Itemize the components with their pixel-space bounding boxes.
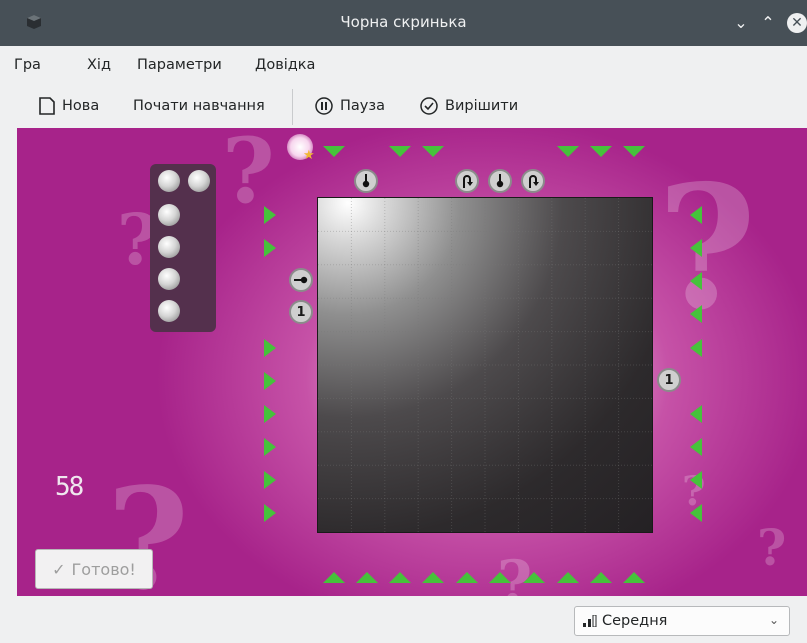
laser-arrow-right[interactable]: [690, 272, 702, 290]
laser-arrow-left[interactable]: [264, 372, 276, 390]
laser-arrow-left[interactable]: [264, 438, 276, 456]
laser-arrow-right[interactable]: [690, 405, 702, 423]
check-circle-icon: [420, 97, 438, 115]
laser-arrow-right[interactable]: [690, 504, 702, 522]
window-title: Чорна скринька: [340, 13, 467, 31]
laser-arrow-bottom[interactable]: [422, 572, 444, 583]
grid-lines: [318, 198, 652, 532]
reflection-marker: [455, 169, 479, 193]
laser-arrow-bottom[interactable]: [356, 572, 378, 583]
hit-marker: [354, 169, 378, 193]
balls-remaining-panel: [150, 164, 216, 332]
laser-arrow-left[interactable]: [264, 339, 276, 357]
pause-label: Пауза: [340, 98, 385, 114]
laser-arrow-bottom[interactable]: [323, 572, 345, 583]
ball-indicator: [158, 236, 180, 258]
laser-arrow-top[interactable]: [323, 146, 345, 157]
laser-arrow-right[interactable]: [690, 438, 702, 456]
laser-arrow-bottom[interactable]: [389, 572, 411, 583]
laser-arrow-bottom[interactable]: [456, 572, 478, 583]
laser-arrow-right[interactable]: [690, 239, 702, 257]
new-game-label: Нова: [62, 98, 100, 114]
menu-help[interactable]: Довідка: [255, 57, 315, 73]
laser-arrow-top[interactable]: [623, 146, 645, 157]
number-marker-right: 1: [657, 368, 681, 392]
laser-arrow-right[interactable]: [690, 471, 702, 489]
menu-move[interactable]: Хід: [87, 57, 111, 73]
laser-arrow-top[interactable]: [422, 146, 444, 157]
laser-arrow-left[interactable]: [264, 206, 276, 224]
done-button[interactable]: ✓ Готово!: [35, 549, 153, 589]
signal-icon: [583, 615, 597, 627]
laser-arrow-right[interactable]: [690, 339, 702, 357]
laser-arrow-bottom[interactable]: [489, 572, 511, 583]
menu-game[interactable]: Гра: [14, 57, 41, 73]
laser-arrow-top[interactable]: [590, 146, 612, 157]
ball-indicator: [158, 170, 180, 192]
menu-settings[interactable]: Параметри: [137, 57, 222, 73]
done-label: Готово!: [71, 559, 136, 579]
pause-button[interactable]: Пауза: [314, 93, 385, 119]
laser-arrow-left[interactable]: [264, 471, 276, 489]
chevron-down-icon: ⌄: [768, 613, 779, 627]
start-tutorial-label: Почати навчання: [133, 98, 265, 114]
question-mark-decoration: ?: [657, 148, 757, 348]
laser-arrow-top[interactable]: [557, 146, 579, 157]
number-marker-left: 1: [289, 300, 313, 324]
laser-arrow-right[interactable]: [690, 305, 702, 323]
solve-label: Вирішити: [445, 98, 519, 114]
maximize-icon[interactable]: ⌃: [758, 13, 778, 33]
laser-arrow-top[interactable]: [389, 146, 411, 157]
ball-indicator: [188, 170, 210, 192]
laser-arrow-left[interactable]: [264, 504, 276, 522]
hit-marker: [488, 169, 512, 193]
menu-bar: Гра Хід Параметри Довідка: [0, 46, 807, 84]
laser-arrow-bottom[interactable]: [557, 572, 579, 583]
ball-indicator: [158, 204, 180, 226]
black-box-grid[interactable]: [317, 197, 653, 533]
score-counter: 58: [55, 472, 84, 502]
close-icon[interactable]: ✕: [787, 13, 807, 33]
pause-icon: [315, 97, 333, 115]
question-mark-decoration: ?: [757, 518, 787, 577]
minimize-icon[interactable]: ⌄: [731, 13, 751, 33]
game-board: ? ? ? ? ? ? ? ★ 1 1 58 ✓ Готово!: [17, 128, 807, 596]
toolbar-separator: [292, 89, 293, 125]
ball-indicator: [158, 268, 180, 290]
laser-arrow-bottom[interactable]: [523, 572, 545, 583]
laser-arrow-right[interactable]: [690, 206, 702, 224]
laser-arrow-bottom[interactable]: [590, 572, 612, 583]
toolbar: Нова Почати навчання Пауза Вирішити: [0, 84, 807, 128]
laser-arrow-left[interactable]: [264, 405, 276, 423]
star-icon: ★: [303, 148, 315, 163]
laser-arrow-left[interactable]: [264, 239, 276, 257]
laser-arrow-bottom[interactable]: [623, 572, 645, 583]
hit-marker-left: [289, 268, 313, 292]
reflection-marker: [521, 169, 545, 193]
solve-button[interactable]: Вирішити: [419, 93, 518, 119]
difficulty-value: Середня: [602, 613, 668, 629]
new-document-icon: [39, 97, 55, 115]
ball-indicator: [158, 300, 180, 322]
title-bar: Чорна скринька ⌄ ⌃ ✕: [0, 0, 807, 46]
new-game-button[interactable]: Нова: [38, 93, 99, 119]
start-tutorial-button[interactable]: Почати навчання: [133, 93, 265, 119]
checkmark-icon: ✓: [52, 559, 66, 579]
difficulty-select[interactable]: Середня ⌄: [574, 606, 790, 636]
